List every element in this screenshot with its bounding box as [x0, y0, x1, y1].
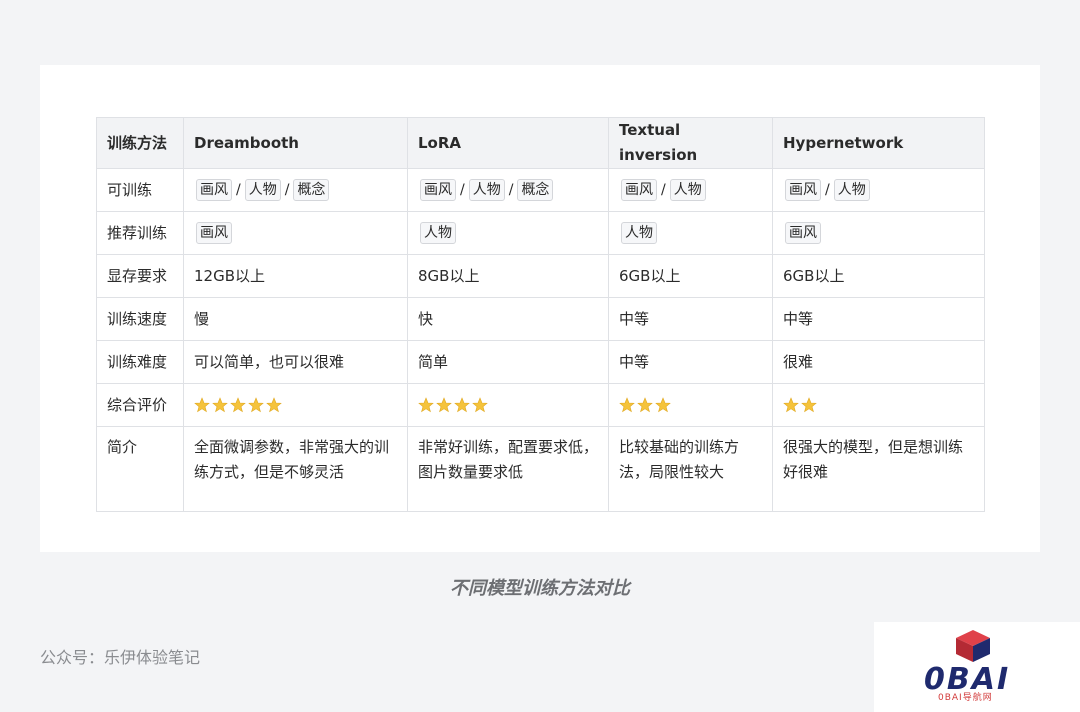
star-icon	[212, 397, 228, 413]
tag: 画风	[420, 179, 456, 201]
header-hypernetwork: Hypernetwork	[772, 117, 985, 169]
watermark-logo: 0BAI 0BAI导航网	[874, 622, 1080, 712]
star-icon	[194, 397, 210, 413]
cell-trainable-dreambooth: 画风 / 人物 / 概念	[183, 168, 408, 212]
header-textual-inversion: Textual inversion	[608, 117, 773, 169]
table-row: 训练速度 慢 快 中等 中等	[96, 297, 985, 341]
row-label-difficulty: 训练难度	[96, 340, 184, 384]
cell-vram-dreambooth: 12GB以上	[183, 254, 408, 298]
star-icon	[266, 397, 282, 413]
star-icon	[801, 397, 817, 413]
cell-intro-lora: 非常好训练，配置要求低，图片数量要求低	[407, 426, 609, 512]
star-icon	[454, 397, 470, 413]
tag: 画风	[785, 179, 821, 201]
row-label-trainable: 可训练	[96, 168, 184, 212]
tag-separator: /	[236, 181, 241, 198]
table-row: 简介 全面微调参数，非常强大的训练方式，但是不够灵活 非常好训练，配置要求低，图…	[96, 426, 985, 512]
cell-difficulty-lora: 简单	[407, 340, 609, 384]
cube-icon	[956, 630, 990, 662]
logo-subtitle: 0BAI导航网	[938, 693, 993, 703]
cell-intro-textual: 比较基础的训练方法，局限性较大	[608, 426, 773, 512]
cell-intro-dreambooth: 全面微调参数，非常强大的训练方式，但是不够灵活	[183, 426, 408, 512]
tag: 人物	[468, 179, 505, 201]
star-icon	[248, 397, 264, 413]
tag: 人物	[669, 179, 706, 201]
table-row: 训练难度 可以简单，也可以很难 简单 中等 很难	[96, 340, 985, 384]
star-rating	[619, 397, 762, 413]
cell-recommended-dreambooth: 画风	[183, 211, 408, 255]
cell-recommended-lora: 人物	[407, 211, 609, 255]
comparison-table: 训练方法 Dreambooth LoRA Textual inversion H…	[96, 117, 985, 512]
cell-speed-hyper: 中等	[772, 297, 985, 341]
cell-difficulty-hyper: 很难	[772, 340, 985, 384]
tag: 人物	[420, 222, 456, 244]
star-rating	[194, 397, 397, 413]
header-dreambooth: Dreambooth	[183, 117, 408, 169]
cell-recommended-hyper: 画风	[772, 211, 985, 255]
tag: 画风	[196, 222, 232, 244]
cell-trainable-lora: 画风 / 人物 / 概念	[407, 168, 609, 212]
cell-speed-lora: 快	[407, 297, 609, 341]
tag-separator: /	[661, 181, 666, 198]
row-label-intro: 简介	[96, 426, 184, 512]
star-icon	[418, 397, 434, 413]
cell-speed-textual: 中等	[608, 297, 773, 341]
cell-difficulty-dreambooth: 可以简单，也可以很难	[183, 340, 408, 384]
figure-caption: 不同模型训练方法对比	[450, 578, 630, 599]
star-icon	[655, 397, 671, 413]
row-label-vram: 显存要求	[96, 254, 184, 298]
star-icon	[637, 397, 653, 413]
cell-trainable-hyper: 画风 / 人物	[772, 168, 985, 212]
star-rating	[783, 397, 974, 413]
table-row: 显存要求 12GB以上 8GB以上 6GB以上 6GB以上	[96, 254, 985, 298]
cell-recommended-textual: 人物	[608, 211, 773, 255]
star-icon	[230, 397, 246, 413]
tag: 画风	[196, 179, 232, 201]
cell-rating-textual	[608, 383, 773, 427]
tag-separator: /	[460, 181, 465, 198]
cell-rating-hyper	[772, 383, 985, 427]
cell-vram-textual: 6GB以上	[608, 254, 773, 298]
star-rating	[418, 397, 598, 413]
tag: 人物	[621, 222, 657, 244]
star-icon	[783, 397, 799, 413]
tag: 人物	[833, 179, 870, 201]
cell-rating-lora	[407, 383, 609, 427]
cell-speed-dreambooth: 慢	[183, 297, 408, 341]
cell-intro-hyper: 很强大的模型，但是想训练好很难	[772, 426, 985, 512]
tag-separator: /	[825, 181, 830, 198]
table-row: 综合评价	[96, 383, 985, 427]
star-icon	[436, 397, 452, 413]
tag: 概念	[517, 179, 554, 201]
cell-trainable-textual: 画风 / 人物	[608, 168, 773, 212]
star-icon	[619, 397, 635, 413]
cell-rating-dreambooth	[183, 383, 408, 427]
cell-vram-hyper: 6GB以上	[772, 254, 985, 298]
header-lora: LoRA	[407, 117, 609, 169]
tag: 画风	[785, 222, 821, 244]
tag-separator: /	[508, 181, 514, 198]
table-row: 可训练 画风 / 人物 / 概念 画风 / 人物 / 概念 画风 / 人物 画风…	[96, 168, 985, 212]
star-icon	[472, 397, 488, 413]
row-label-recommended: 推荐训练	[96, 211, 184, 255]
tag: 概念	[293, 179, 330, 201]
tag-separator: /	[284, 181, 290, 198]
table-header-row: 训练方法 Dreambooth LoRA Textual inversion H…	[96, 117, 985, 169]
cell-vram-lora: 8GB以上	[407, 254, 609, 298]
tag: 画风	[621, 179, 657, 201]
comparison-card: 训练方法 Dreambooth LoRA Textual inversion H…	[40, 65, 1040, 552]
row-label-rating: 综合评价	[96, 383, 184, 427]
tag: 人物	[244, 179, 281, 201]
cell-difficulty-textual: 中等	[608, 340, 773, 384]
row-label-speed: 训练速度	[96, 297, 184, 341]
header-method: 训练方法	[96, 117, 184, 169]
author-credit: 公众号：乐伊体验笔记	[40, 648, 201, 667]
table-row: 推荐训练 画风 人物 人物 画风	[96, 211, 985, 255]
